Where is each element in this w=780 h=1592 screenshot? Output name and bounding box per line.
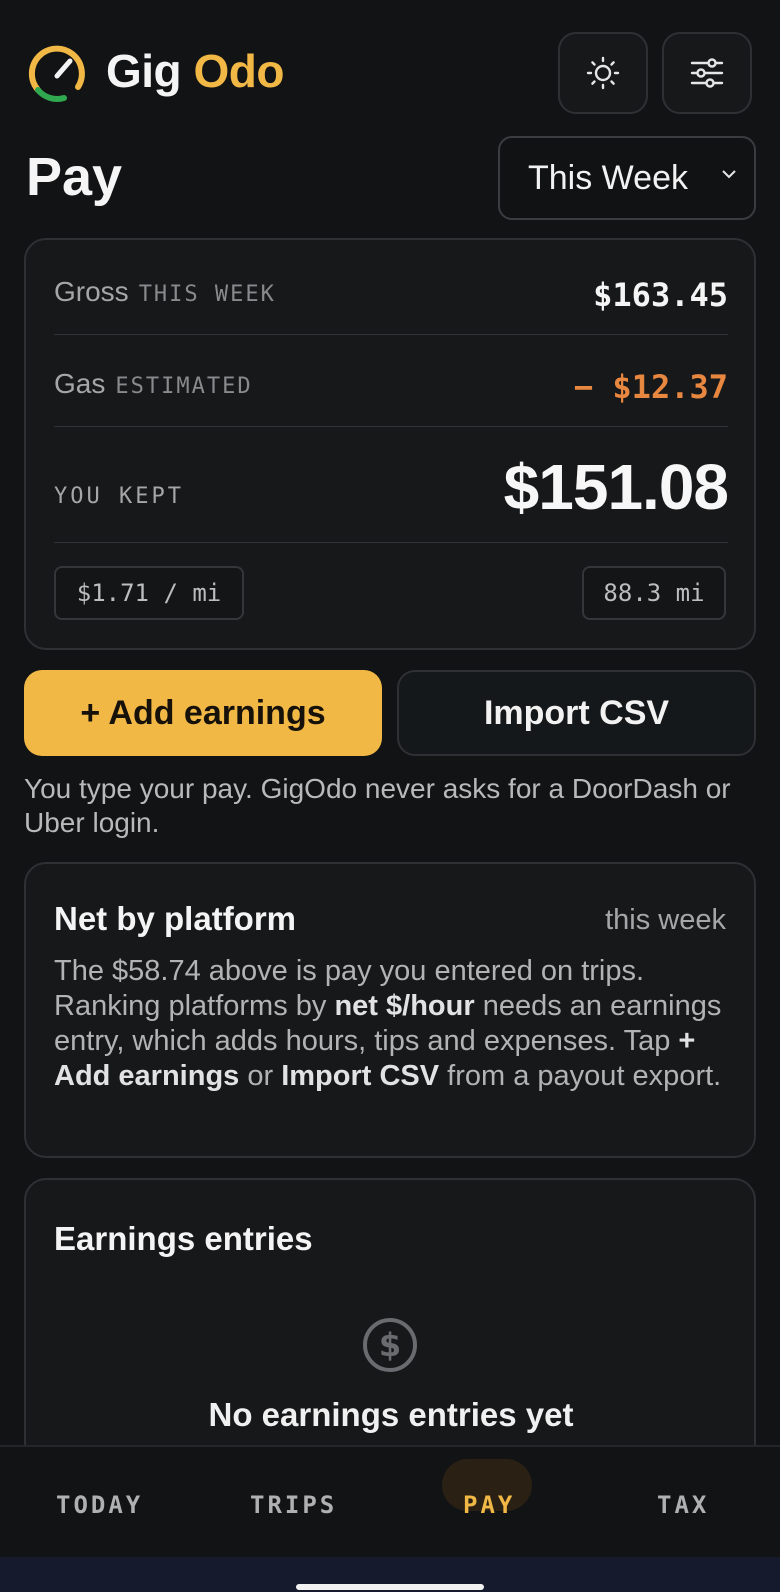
per-mile-badge: $1.71 / mi bbox=[54, 566, 244, 620]
divider bbox=[54, 334, 728, 335]
kept-label: YOU KEPT bbox=[54, 484, 184, 509]
brand-part-1: Gig bbox=[106, 45, 182, 97]
odometer-logo-icon bbox=[28, 45, 85, 102]
kept-value: $151.08 bbox=[503, 451, 729, 523]
sun-icon bbox=[586, 56, 620, 90]
gas-label: Gas ESTIMATED bbox=[54, 368, 253, 400]
sliders-icon bbox=[690, 58, 724, 88]
gross-row: Gross THIS WEEK $163.45 bbox=[54, 276, 728, 316]
privacy-note: You type your pay. GigOdo never asks for… bbox=[24, 773, 731, 838]
bottom-nav: TODAY TRIPS PAY TAX bbox=[0, 1445, 780, 1557]
gross-sublabel: THIS WEEK bbox=[138, 282, 276, 307]
svg-text:$: $ bbox=[379, 1326, 401, 1364]
period-select[interactable]: This Week bbox=[498, 136, 756, 220]
empty-state-title: No earnings entries yet bbox=[208, 1396, 574, 1433]
settings-button[interactable] bbox=[662, 32, 752, 114]
earnings-entries-card: Earnings entries $ No earnings entries y… bbox=[24, 1178, 756, 1478]
import-csv-button[interactable]: Import CSV bbox=[397, 670, 756, 756]
gross-value: $163.45 bbox=[593, 276, 728, 314]
gas-sublabel: ESTIMATED bbox=[115, 374, 253, 399]
chevron-down-icon bbox=[722, 170, 736, 179]
platform-card-period: this week bbox=[605, 904, 726, 936]
period-select-value: This Week bbox=[528, 158, 688, 197]
net-by-platform-card: Net by platform this week The $58.74 abo… bbox=[24, 862, 756, 1158]
platform-card-title: Net by platform bbox=[54, 900, 297, 937]
page-title: Pay bbox=[26, 147, 123, 207]
body-bold: net $/hour bbox=[334, 990, 475, 1022]
home-indicator[interactable] bbox=[296, 1584, 484, 1590]
brand-name: Gig Odo bbox=[106, 44, 284, 98]
body-bold: Import CSV bbox=[281, 1060, 440, 1092]
body-text: from a payout export. bbox=[439, 1060, 722, 1092]
dollar-icon: $ bbox=[363, 1318, 417, 1372]
brand-part-2: Odo bbox=[193, 45, 284, 97]
nav-pay[interactable]: PAY bbox=[463, 1491, 515, 1519]
body-text: or bbox=[239, 1060, 282, 1092]
gross-label-text: Gross bbox=[54, 276, 129, 307]
add-earnings-button[interactable]: + Add earnings bbox=[24, 670, 382, 756]
miles-badge: 88.3 mi bbox=[582, 566, 726, 620]
nav-trips[interactable]: TRIPS bbox=[250, 1491, 337, 1519]
nav-today[interactable]: TODAY bbox=[56, 1491, 143, 1519]
divider bbox=[54, 426, 728, 427]
kept-row: YOU KEPT $151.08 bbox=[54, 450, 729, 530]
entries-card-title: Earnings entries bbox=[54, 1220, 313, 1257]
nav-tax[interactable]: TAX bbox=[657, 1491, 709, 1519]
pay-summary-card: Gross THIS WEEK $163.45 Gas ESTIMATED − $1… bbox=[24, 238, 756, 650]
gross-label: Gross THIS WEEK bbox=[54, 276, 276, 308]
app-header: Gig Odo bbox=[26, 30, 754, 116]
gas-row: Gas ESTIMATED − $12.37 bbox=[54, 368, 728, 408]
gas-label-text: Gas bbox=[54, 368, 106, 399]
theme-toggle-button[interactable] bbox=[558, 32, 648, 114]
platform-card-body: The $58.74 above is pay you entered on t… bbox=[54, 954, 734, 1094]
gas-value: − $12.37 bbox=[573, 368, 728, 406]
divider bbox=[54, 542, 728, 543]
